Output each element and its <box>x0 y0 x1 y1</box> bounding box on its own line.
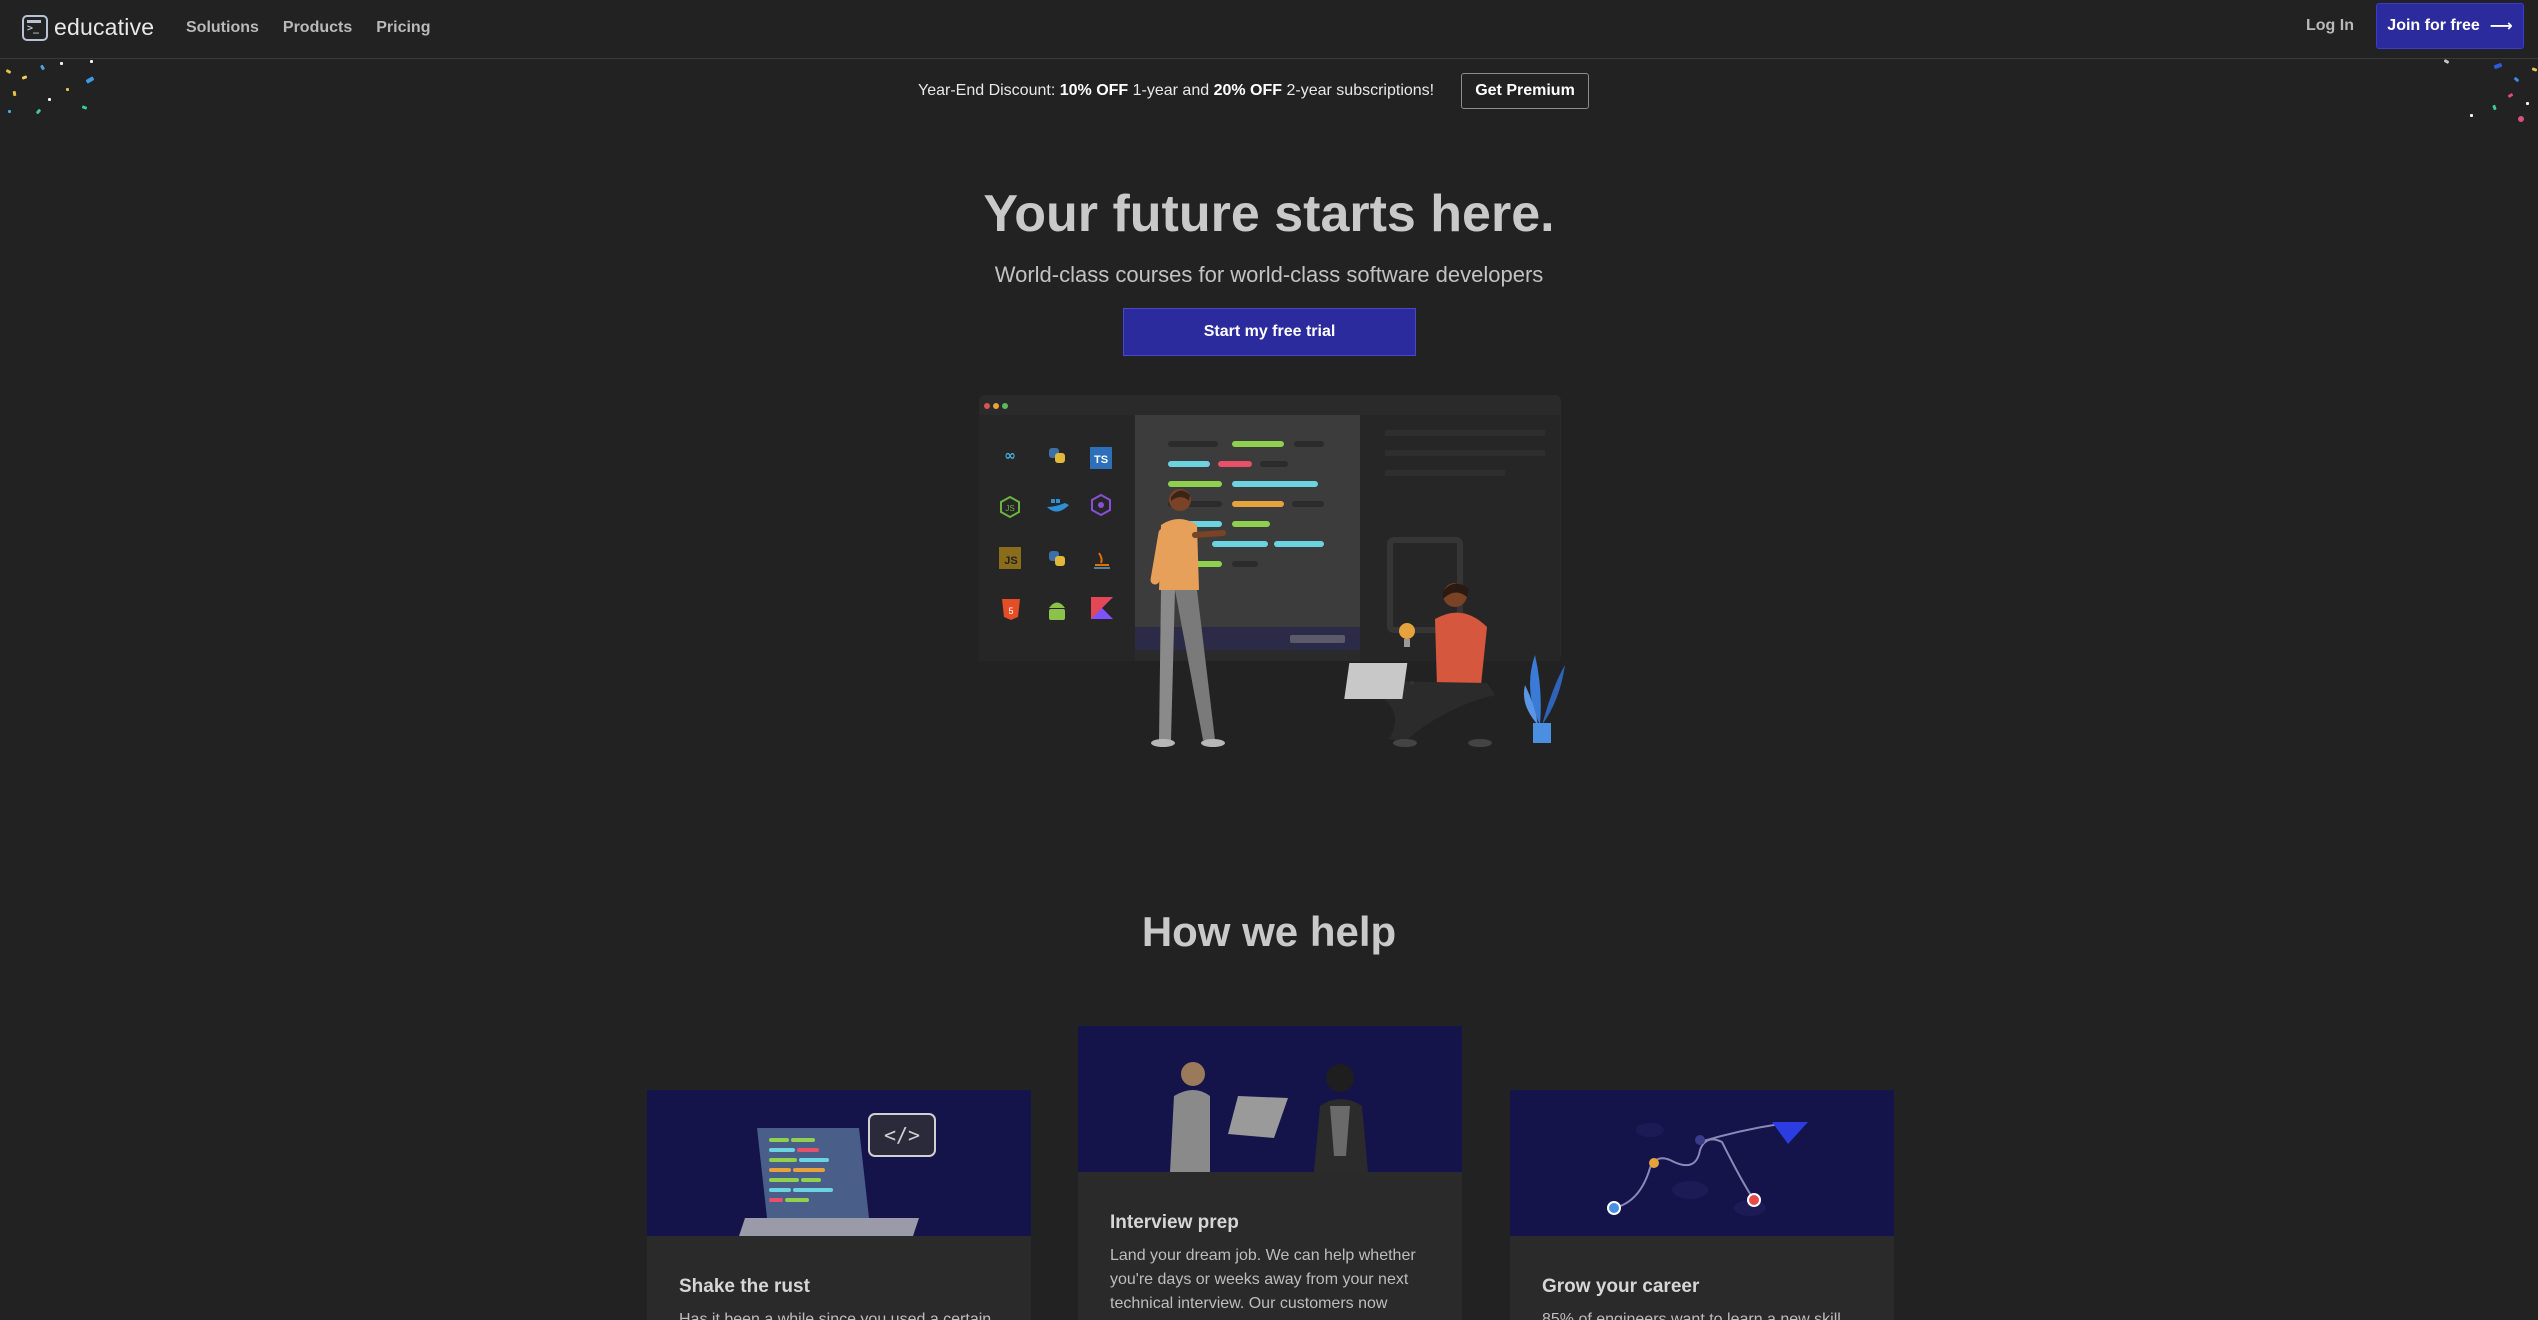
html5-icon: 5 <box>1002 599 1020 620</box>
logo-text: educative <box>54 14 155 40</box>
svg-text:5: 5 <box>1008 606 1013 616</box>
hero-subtitle: World-class courses for world-class soft… <box>994 262 1544 287</box>
get-premium-button[interactable]: Get Premium <box>1461 73 1589 109</box>
go-icon: ∞ <box>1004 448 1016 464</box>
promo-discount-2: 20% OFF <box>1213 82 1283 99</box>
promo-text: Year-End Discount: 10% OFF 1-year and 20… <box>918 82 1434 100</box>
card-description: 85% of engineers want to learn a new ski… <box>1542 1311 1841 1320</box>
card-description: Land your dream job. We can help whether… <box>1110 1247 1416 1312</box>
arrow-right-icon: ⟶ <box>2489 18 2513 35</box>
svg-text:∞: ∞ <box>1004 448 1016 464</box>
card-title: Interview prep <box>1110 1212 1239 1233</box>
card-grow-your-career[interactable]: Grow your career 85% of engineers want t… <box>1510 1090 1894 1320</box>
hero-title: Your future starts here. <box>983 185 1555 243</box>
promo-suffix: 2-year subscriptions! <box>1282 82 1435 99</box>
start-free-trial-button[interactable]: Start my free trial <box>1123 308 1416 356</box>
laptop-code-icon: </> <box>739 1113 936 1236</box>
hero-illustration: ∞ TS JS JS 5 <box>979 395 1565 747</box>
card-illustration <box>1510 1090 1894 1236</box>
card-title: Shake the rust <box>679 1276 810 1297</box>
join-for-free-button[interactable]: Join for free ⟶ <box>2376 3 2524 49</box>
promo-prefix: Year-End Discount: <box>918 82 1060 99</box>
card-title: Grow your career <box>1542 1276 1700 1297</box>
promo-discount-1: 10% OFF <box>1059 82 1129 99</box>
career-path-icon <box>1607 1122 1808 1216</box>
svg-text:TS: TS <box>1094 454 1108 466</box>
promo-mid: 1-year and <box>1128 82 1214 99</box>
interview-people-icon <box>1170 1062 1368 1172</box>
terminal-logo-icon <box>22 14 48 41</box>
card-description: Has it been a while since you used a cer… <box>679 1311 992 1320</box>
card-interview-prep[interactable]: Interview prep Land your dream job. We c… <box>1078 1026 1462 1320</box>
card-illustration <box>1078 1026 1462 1172</box>
nav-solutions[interactable]: Solutions <box>186 19 259 37</box>
nav-links: Solutions Products Pricing <box>186 19 430 37</box>
plant-decoration <box>1523 655 1565 743</box>
card-shake-the-rust[interactable]: </> Shake the rust Has it been a while s… <box>647 1090 1031 1320</box>
promo-banner: Year-End Discount: 10% OFF 1-year and 20… <box>0 72 2538 112</box>
svg-text:</>: </> <box>884 1123 920 1147</box>
login-link[interactable]: Log In <box>2306 17 2354 35</box>
nav-pricing[interactable]: Pricing <box>376 19 430 37</box>
svg-text:JS: JS <box>1004 555 1017 567</box>
join-label: Join for free <box>2387 17 2480 34</box>
card-illustration: </> <box>647 1090 1031 1236</box>
svg-text:JS: JS <box>1005 504 1014 513</box>
nav-products[interactable]: Products <box>283 19 352 37</box>
javascript-icon: JS <box>999 547 1021 569</box>
top-nav: educative Solutions Products Pricing Log… <box>0 0 2538 59</box>
how-we-help-heading: How we help <box>1141 908 1397 955</box>
typescript-icon: TS <box>1090 447 1112 469</box>
educative-logo[interactable]: educative <box>22 14 154 41</box>
